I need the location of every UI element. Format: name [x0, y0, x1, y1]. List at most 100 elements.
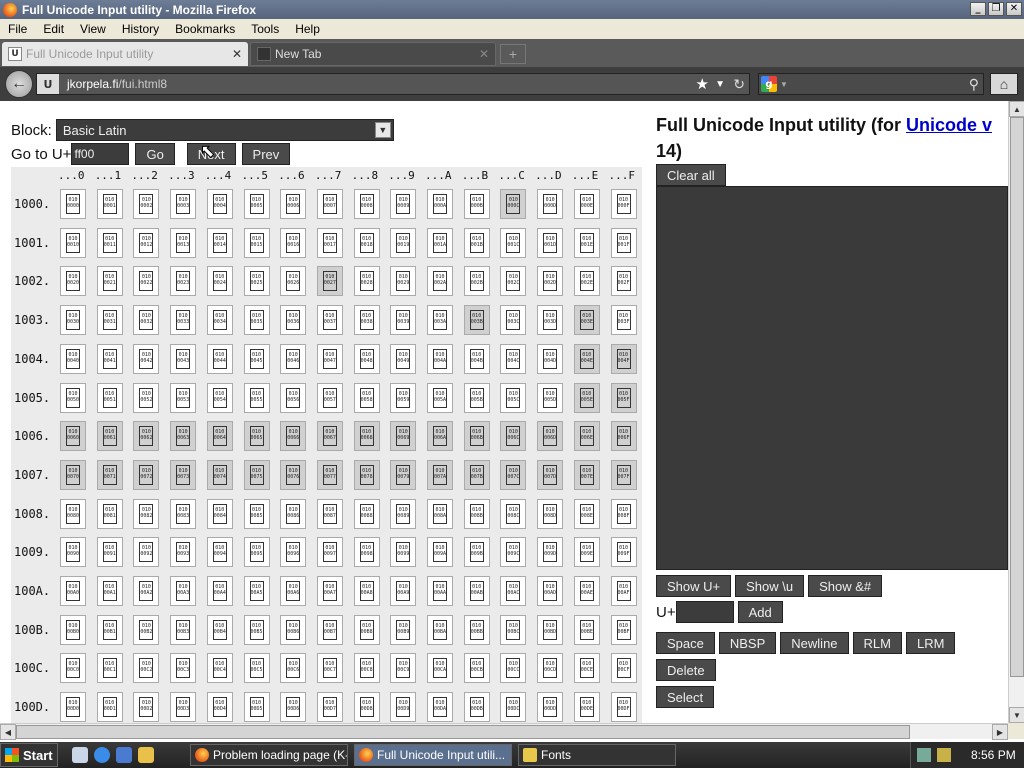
character-cell[interactable]: 010 00A0 — [60, 576, 86, 606]
character-cell[interactable]: 010 0043 — [170, 343, 197, 374]
space-button[interactable]: Space — [656, 632, 715, 654]
menu-bookmarks[interactable]: Bookmarks — [167, 22, 243, 36]
character-cell[interactable]: 010 0032 — [133, 305, 160, 336]
character-cell[interactable]: 010 0017 — [316, 227, 343, 258]
character-cell[interactable]: 010 0011 — [96, 227, 123, 258]
character-cell[interactable]: 010 000D — [537, 189, 564, 219]
character-cell[interactable]: 010 00B2 — [133, 614, 160, 645]
character-cell[interactable]: 010 00C2 — [133, 653, 160, 684]
character-cell[interactable]: 010 003F — [610, 305, 637, 336]
vertical-scroll-thumb[interactable] — [1010, 117, 1024, 677]
character-cell[interactable]: 010 008F — [610, 498, 637, 529]
character-cell[interactable]: 010 0051 — [96, 382, 123, 413]
character-cell[interactable]: 010 00D0 — [60, 692, 86, 723]
character-cell[interactable]: 010 0076 — [280, 459, 307, 490]
horizontal-scrollbar[interactable]: ◀ ▶ — [0, 723, 1008, 740]
character-cell[interactable]: 010 0058 — [353, 382, 380, 413]
character-cell[interactable]: 010 0010 — [60, 227, 86, 258]
start-button[interactable]: Start — [0, 743, 58, 767]
character-cell[interactable]: 010 0019 — [390, 227, 417, 258]
character-cell[interactable]: 010 0063 — [170, 421, 197, 452]
taskbar-item-full-unicode[interactable]: Full Unicode Input utili... — [354, 744, 512, 766]
character-cell[interactable]: 010 004D — [537, 343, 564, 374]
character-cell[interactable]: 010 002E — [573, 266, 600, 297]
character-cell[interactable]: 010 008C — [500, 498, 527, 529]
show-desktop-icon[interactable] — [72, 747, 88, 763]
character-cell[interactable]: 010 0061 — [96, 421, 123, 452]
character-cell[interactable]: 010 0089 — [390, 498, 417, 529]
character-cell[interactable]: 010 0098 — [353, 537, 380, 568]
character-cell[interactable]: 010 00D5 — [243, 692, 270, 723]
character-cell[interactable]: 010 00B0 — [60, 614, 86, 645]
menu-view[interactable]: View — [72, 22, 114, 36]
character-cell[interactable]: 010 000E — [573, 189, 600, 219]
character-cell[interactable]: 010 000B — [463, 189, 490, 219]
character-cell[interactable]: 010 0022 — [133, 266, 160, 297]
character-cell[interactable]: 010 0005 — [243, 189, 270, 219]
character-cell[interactable]: 010 00CC — [500, 653, 527, 684]
character-cell[interactable]: 010 008E — [573, 498, 600, 529]
character-cell[interactable]: 010 0048 — [353, 343, 380, 374]
character-cell[interactable]: 010 00DD — [537, 692, 564, 723]
clock[interactable]: 8:56 PM — [971, 748, 1016, 762]
show-backslash-u-button[interactable]: Show \u — [735, 575, 805, 597]
character-cell[interactable]: 010 0004 — [206, 189, 233, 219]
character-cell[interactable]: 010 000C — [500, 189, 527, 219]
character-cell[interactable]: 010 0015 — [243, 227, 270, 258]
close-window-button[interactable]: ✕ — [1006, 2, 1022, 16]
character-cell[interactable]: 010 0034 — [206, 305, 233, 336]
character-cell[interactable]: 010 0007 — [316, 189, 343, 219]
character-cell[interactable]: 010 0075 — [243, 459, 270, 490]
menu-edit[interactable]: Edit — [35, 22, 72, 36]
rlm-button[interactable]: RLM — [852, 632, 902, 654]
character-cell[interactable]: 010 00BB — [463, 614, 490, 645]
character-cell[interactable]: 010 00A1 — [96, 576, 123, 606]
character-cell[interactable]: 010 005B — [463, 382, 490, 413]
character-cell[interactable]: 010 0014 — [206, 227, 233, 258]
character-cell[interactable]: 010 0072 — [133, 459, 160, 490]
character-cell[interactable]: 010 0035 — [243, 305, 270, 336]
character-cell[interactable]: 010 00A2 — [133, 576, 160, 606]
character-cell[interactable]: 010 00BE — [573, 614, 600, 645]
character-cell[interactable]: 010 00B4 — [206, 614, 233, 645]
character-cell[interactable]: 010 0054 — [206, 382, 233, 413]
character-cell[interactable]: 010 0066 — [280, 421, 307, 452]
show-uplus-button[interactable]: Show U+ — [656, 575, 732, 597]
character-cell[interactable]: 010 0091 — [96, 537, 123, 568]
character-cell[interactable]: 010 001D — [537, 227, 564, 258]
character-cell[interactable]: 010 0049 — [390, 343, 417, 374]
character-cell[interactable]: 010 003B — [463, 305, 490, 336]
taskbar-item-problem-loading[interactable]: Problem loading page (K-... — [190, 744, 348, 766]
character-cell[interactable]: 010 004A — [427, 343, 453, 374]
character-cell[interactable]: 010 0065 — [243, 421, 270, 452]
reload-icon[interactable]: ↻ — [733, 76, 745, 93]
lrm-button[interactable]: LRM — [905, 632, 956, 654]
goto-input[interactable]: ff00 — [71, 143, 130, 165]
character-cell[interactable]: 010 0068 — [353, 421, 380, 452]
character-cell[interactable]: 010 00B6 — [280, 614, 307, 645]
character-cell[interactable]: 010 001F — [610, 227, 637, 258]
character-cell[interactable]: 010 0033 — [170, 305, 197, 336]
show-entity-button[interactable]: Show &# — [808, 575, 883, 597]
character-cell[interactable]: 010 00CA — [427, 653, 453, 684]
character-cell[interactable]: 010 0003 — [170, 189, 197, 219]
character-cell[interactable]: 010 0097 — [316, 537, 343, 568]
character-cell[interactable]: 010 001C — [500, 227, 527, 258]
character-cell[interactable]: 010 0062 — [133, 421, 160, 452]
character-cell[interactable]: 010 0040 — [60, 343, 86, 374]
character-cell[interactable]: 010 0021 — [96, 266, 123, 297]
clear-all-button[interactable]: Clear all — [656, 164, 726, 186]
character-cell[interactable]: 010 0059 — [390, 382, 417, 413]
character-cell[interactable]: 010 009C — [500, 537, 527, 568]
character-cell[interactable]: 010 0044 — [206, 343, 233, 374]
horizontal-scroll-thumb[interactable] — [16, 725, 910, 739]
character-cell[interactable]: 010 00CF — [610, 653, 637, 684]
output-textarea[interactable] — [656, 186, 1008, 570]
close-tab-icon[interactable]: ✕ — [232, 47, 242, 61]
character-cell[interactable]: 010 0084 — [206, 498, 233, 529]
character-cell[interactable]: 010 007D — [537, 459, 564, 490]
select-button[interactable]: Select — [656, 686, 715, 708]
character-cell[interactable]: 010 003D — [537, 305, 564, 336]
character-cell[interactable]: 010 0081 — [96, 498, 123, 529]
delete-button[interactable]: Delete — [656, 659, 716, 681]
